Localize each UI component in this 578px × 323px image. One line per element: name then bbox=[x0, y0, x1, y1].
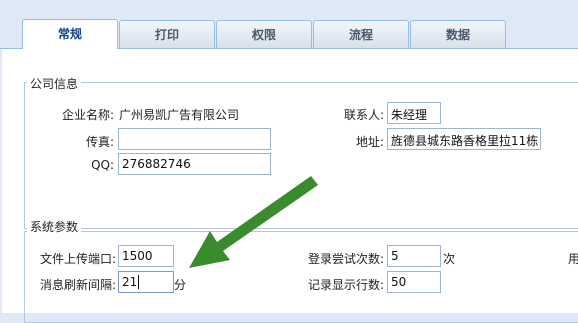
tab-general[interactable]: 常规 bbox=[22, 19, 118, 49]
arrow-shape bbox=[189, 176, 318, 268]
